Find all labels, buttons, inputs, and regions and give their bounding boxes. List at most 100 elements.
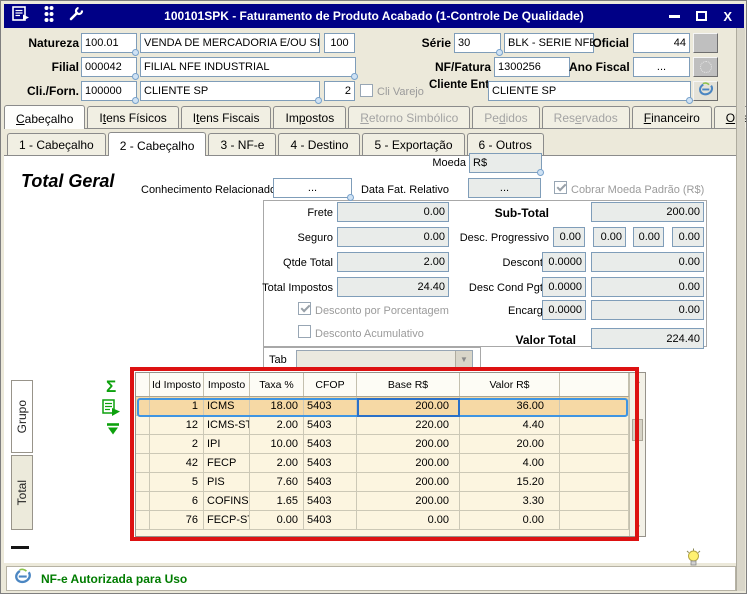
cliforn-desc-field[interactable]: CLIENTE SP — [140, 81, 322, 104]
table-row[interactable]: 42 FECP 2.00 5403 200.00 4.00 — [136, 454, 645, 473]
desc-progressivo-field-1[interactable]: 0.00 — [553, 227, 585, 247]
grid-cell[interactable]: 5403 — [304, 416, 357, 434]
scroll-up-icon[interactable]: ▲ — [630, 374, 645, 388]
traffic-light-icon[interactable] — [43, 5, 55, 28]
grid-cell[interactable]: 4.00 — [460, 454, 560, 472]
grid-cell[interactable]: 7.60 — [250, 473, 304, 491]
grid-cell[interactable]: ICMS — [204, 397, 250, 415]
grid-cell[interactable]: 6 — [150, 492, 204, 510]
serie-desc-field[interactable]: BLK - SERIE NFE — [504, 33, 594, 53]
tab-financeiro[interactable]: Financeiro — [631, 106, 712, 128]
filial-desc-field[interactable]: FILIAL NFE INDUSTRIAL — [140, 57, 358, 80]
subtab-4-destino[interactable]: 4 - Destino — [278, 133, 361, 155]
grid-cell[interactable] — [136, 473, 150, 491]
nf-fatura-field[interactable]: 1300256 — [494, 57, 570, 77]
desconto-val-field[interactable]: 0.00 — [591, 252, 704, 272]
subtab-5-exportacao[interactable]: 5 - Exportação — [362, 133, 465, 155]
desc-cond-pgto-val-field[interactable]: 0.00 — [591, 277, 704, 297]
natureza-extra-field[interactable]: 100 — [324, 33, 355, 53]
side-tab-total[interactable]: Total — [11, 455, 33, 530]
grid-cell[interactable]: IPI — [204, 435, 250, 453]
grid-header-valor-r-[interactable]: Valor R$ — [460, 373, 560, 396]
grid-cell[interactable] — [560, 492, 629, 510]
oficial-button[interactable] — [693, 33, 718, 53]
grid-cell[interactable] — [560, 397, 629, 415]
grid-cell[interactable]: 3.30 — [460, 492, 560, 510]
grid-cell[interactable]: 5403 — [304, 397, 357, 415]
side-tab-grupo[interactable]: Grupo — [11, 380, 33, 453]
grid-cell[interactable] — [560, 473, 629, 491]
grid-cell[interactable]: 5403 — [304, 511, 357, 529]
wrench-icon[interactable] — [68, 5, 85, 27]
grid-header-indicator[interactable] — [560, 373, 629, 396]
desc-cond-pgto-pct-field[interactable]: 0.0000 — [542, 277, 586, 297]
grid-header-id-imposto[interactable]: Id Imposto — [150, 373, 204, 396]
grid-cell[interactable]: 200.00 — [357, 492, 460, 510]
ano-fiscal-button[interactable] — [693, 57, 718, 77]
tab-itens-fisicos[interactable]: Itens Físicos — [87, 106, 179, 128]
grid-cell[interactable]: 1 — [150, 397, 204, 415]
scrollbar-thumb[interactable] — [632, 419, 643, 441]
encargo-val-field[interactable]: 0.00 — [591, 300, 704, 320]
form-menu-icon[interactable] — [12, 5, 30, 27]
grid-cell[interactable] — [560, 416, 629, 434]
natureza-desc-field[interactable]: VENDA DE MERCADORIA E/OU SERVI — [140, 33, 320, 53]
grid-cell[interactable]: 1.65 — [250, 492, 304, 510]
grid-cell[interactable]: 2 — [150, 435, 204, 453]
subtab-6-outros[interactable]: 6 - Outros — [466, 133, 544, 155]
close-button[interactable]: X — [723, 10, 732, 23]
desc-progressivo-field-2[interactable]: 0.00 — [593, 227, 626, 247]
export-grid-icon[interactable] — [102, 399, 121, 422]
desconto-pct-field[interactable]: 0.0000 — [542, 252, 586, 272]
grid-cell[interactable]: 220.00 — [357, 416, 460, 434]
grid-cell[interactable]: 76 — [150, 511, 204, 529]
subtab-2-cabecalho[interactable]: 2 - Cabeçalho — [107, 132, 207, 156]
grid-cell[interactable] — [136, 511, 150, 529]
tab-impostos[interactable]: Impostos — [273, 106, 347, 128]
grid-cell[interactable]: 200.00 — [357, 435, 460, 453]
grid-cell[interactable]: 36.00 — [460, 397, 560, 415]
grid-cell[interactable]: COFINS — [204, 492, 250, 510]
grid-cell[interactable] — [136, 435, 150, 453]
grid-cell[interactable]: 200.00 — [357, 454, 460, 472]
minimize-button[interactable] — [669, 14, 681, 18]
grid-cell[interactable] — [560, 435, 629, 453]
data-fat-relativo-field[interactable]: ... — [468, 178, 541, 198]
ano-fiscal-field[interactable]: ... — [633, 57, 690, 77]
grid-cell[interactable]: 2.00 — [250, 416, 304, 434]
grid-cell[interactable]: 20.00 — [460, 435, 560, 453]
maximize-button[interactable] — [696, 11, 708, 21]
grid-cell[interactable]: FECP-ST — [204, 511, 250, 529]
grid-cell[interactable]: ICMS-ST — [204, 416, 250, 434]
desc-progressivo-field-4[interactable]: 0.00 — [672, 227, 704, 247]
grid-header-indicator[interactable] — [136, 373, 150, 396]
conhecimento-field[interactable]: ... — [273, 178, 354, 201]
grid-cell[interactable]: 15.20 — [460, 473, 560, 491]
table-row[interactable]: 5 PIS 7.60 5403 200.00 15.20 — [136, 473, 645, 492]
tab-cabecalho[interactable]: Cabeçalho — [4, 105, 86, 129]
valor-total-field[interactable]: 224.40 — [591, 328, 704, 349]
cliente-entrega-nfe-button[interactable] — [693, 81, 718, 101]
subtab-3-nfe[interactable]: 3 - NF-e — [208, 133, 277, 155]
grid-cell[interactable]: PIS — [204, 473, 250, 491]
oficial-field[interactable]: 44 — [633, 33, 690, 53]
table-row[interactable]: 6 COFINS 1.65 5403 200.00 3.30 — [136, 492, 645, 511]
moeda-field[interactable]: R$ — [469, 153, 544, 176]
grid-cell[interactable]: 0.00 — [460, 511, 560, 529]
goto-last-icon[interactable] — [105, 422, 121, 441]
frete-field[interactable]: 0.00 — [337, 202, 449, 222]
grid-cell[interactable]: 0.00 — [357, 511, 460, 529]
serie-code-field[interactable]: 30 — [454, 33, 503, 56]
grid-cell[interactable]: FECP — [204, 454, 250, 472]
sum-sigma-icon[interactable]: Σ — [106, 378, 116, 396]
grid-cell[interactable]: 5403 — [304, 435, 357, 453]
grid-header-taxa-%[interactable]: Taxa % — [250, 373, 304, 396]
table-row[interactable]: 2 IPI 10.00 5403 200.00 20.00 — [136, 435, 645, 454]
table-row[interactable]: 12 ICMS-ST 2.00 5403 220.00 4.40 — [136, 416, 645, 435]
grid-cell[interactable]: 200.00 — [357, 473, 460, 491]
grid-vertical-scrollbar[interactable]: ▲ ▼ — [629, 373, 645, 536]
grid-cell[interactable] — [560, 511, 629, 529]
grid-cell[interactable]: 42 — [150, 454, 204, 472]
grid-cell[interactable]: 200.00 — [357, 397, 460, 415]
table-row[interactable]: 1 ICMS 18.00 5403 200.00 36.00 — [136, 397, 645, 416]
